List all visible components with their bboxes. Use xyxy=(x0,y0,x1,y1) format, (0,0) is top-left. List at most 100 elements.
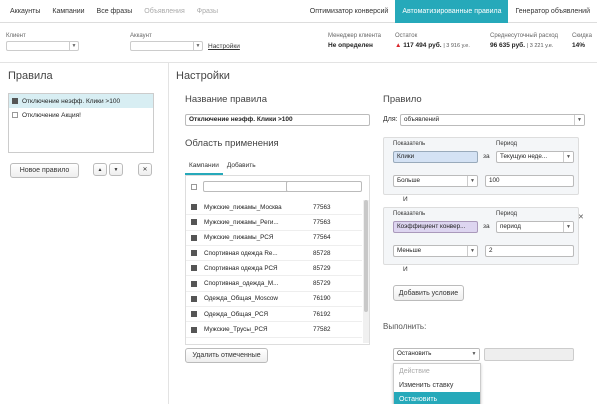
chevron-down-icon: ▼ xyxy=(69,42,78,50)
metric-select[interactable]: Клики xyxy=(393,151,478,163)
campaign-name: Спортивная одежда Re... xyxy=(204,249,278,257)
rule-item-label: Отключение Акция! xyxy=(22,111,81,119)
rule-item-label: Отключение неэфф. Клики >100 xyxy=(22,97,121,105)
for-word: за xyxy=(483,223,490,230)
dropdown-option-change-bid[interactable]: Изменить ставку xyxy=(394,378,480,392)
operator-select[interactable]: Больше ▼ xyxy=(393,175,478,187)
checkbox[interactable] xyxy=(191,311,197,318)
rule-name-input[interactable]: Отключение неэфф. Клики >100 xyxy=(185,114,370,126)
avg-spend-sub: | 3 221 у.е. xyxy=(526,43,554,49)
operator-select[interactable]: Меньше ▼ xyxy=(393,245,478,257)
table-row[interactable]: Спортивная_одежда_М... 85729 xyxy=(186,277,362,292)
chevron-down-icon: ▼ xyxy=(563,222,573,232)
value-input-text: 2 xyxy=(489,247,493,254)
dropdown-option-stop[interactable]: Остановить xyxy=(394,392,480,404)
move-up-button[interactable]: ▲ xyxy=(93,163,107,176)
tab-add[interactable]: Добавить xyxy=(223,159,260,175)
tab-campaigns[interactable]: Кампании xyxy=(185,159,223,175)
rule-item[interactable]: Отключение неэфф. Клики >100 xyxy=(9,94,153,108)
campaign-name: Мужские_пижамы_РСЯ xyxy=(204,234,274,242)
checkbox[interactable] xyxy=(191,204,197,211)
table-row[interactable]: Одежда_Общая_Moscow 76190 xyxy=(186,292,362,308)
top-navigation: Аккаунты Кампании Все фразы Объявления Ф… xyxy=(0,0,597,23)
campaign-name: Одежда_Общая_Moscow xyxy=(204,295,278,303)
nav-all-phrases[interactable]: Все фразы xyxy=(97,8,133,15)
operator-select-value: Больше xyxy=(397,177,421,184)
checkbox[interactable] xyxy=(191,326,197,333)
campaign-name: Мужские_пижамы_Реги... xyxy=(204,218,279,226)
select-all-checkbox[interactable] xyxy=(191,184,197,190)
nav-ads[interactable]: Объявления xyxy=(144,8,185,15)
checkbox[interactable] xyxy=(12,112,18,118)
for-word: за xyxy=(483,153,490,160)
scrollbar-thumb[interactable] xyxy=(364,200,368,312)
table-row[interactable]: Одежда_Общая_РСЯ 76192 xyxy=(186,307,362,323)
discount-value: 14% xyxy=(572,42,586,49)
rule-title: Правило xyxy=(383,94,422,105)
campaign-id: 85729 xyxy=(313,280,331,288)
table-row[interactable]: Мужские_пижамы_РСЯ 77564 xyxy=(186,231,362,246)
nav-conversion-optimizer[interactable]: Оптимизатор конверсий xyxy=(303,0,396,23)
table-row[interactable]: Мужские_пижамы_Москва 77563 xyxy=(186,200,362,216)
checkbox[interactable] xyxy=(191,234,197,241)
campaign-name: Мужские_пижамы_Москва xyxy=(204,203,282,211)
scrollbar[interactable] xyxy=(363,200,369,343)
manager-label: Менеджер клиента xyxy=(328,33,381,39)
condition-block: Показатель Период Коэффициент конвер... … xyxy=(383,207,579,265)
campaign-id-filter[interactable] xyxy=(286,181,362,192)
rule-item[interactable]: Отключение Акция! xyxy=(9,108,153,122)
account-select[interactable]: ▼ xyxy=(130,41,203,51)
rules-list: Отключение неэфф. Клики >100 Отключение … xyxy=(8,93,154,153)
chevron-down-icon: ▼ xyxy=(574,115,584,125)
campaign-id: 77563 xyxy=(313,203,331,211)
campaign-name: Спортивная_одежда_М... xyxy=(204,280,279,288)
campaign-name-filter[interactable] xyxy=(203,181,296,192)
nav-phrases[interactable]: Фразы xyxy=(197,8,218,15)
table-row[interactable]: Спортивная одежда Re... 85728 xyxy=(186,246,362,262)
dropdown-header: Действие xyxy=(399,367,430,375)
scope-label: Область применения xyxy=(185,138,279,149)
checkbox[interactable] xyxy=(191,250,197,257)
for-label: Для: xyxy=(383,116,398,123)
arrow-down-icon: ▼ xyxy=(113,166,119,173)
client-label: Клиент xyxy=(6,33,26,39)
period-select[interactable]: период ▼ xyxy=(496,221,574,233)
nav-ad-generator[interactable]: Генератор объявлений xyxy=(508,0,597,23)
condition-block: Показатель Период Клики за Текущую неде.… xyxy=(383,137,579,195)
rule-name-label: Название правила xyxy=(185,94,267,105)
execute-label: Выполнить: xyxy=(383,322,427,331)
checkbox[interactable] xyxy=(191,265,197,272)
client-select[interactable]: ▼ xyxy=(6,41,79,51)
delete-rule-button[interactable]: ✕ xyxy=(138,163,152,176)
period-label: Период xyxy=(496,211,518,217)
action-value-input[interactable] xyxy=(484,348,574,361)
new-rule-button[interactable]: Новое правило xyxy=(10,163,79,178)
balance-value: 117 494 руб. xyxy=(403,42,442,49)
nav-automated-rules[interactable]: Автоматизированные правила xyxy=(395,0,509,23)
value-input[interactable]: 2 xyxy=(485,245,574,257)
table-row[interactable]: Мужские_Трусы_РСЯ 77582 xyxy=(186,322,362,338)
period-select-value: Текущую неде... xyxy=(500,153,548,160)
close-icon[interactable]: ✕ xyxy=(578,213,584,221)
table-row[interactable]: Мужские_пижамы_Реги... 77563 xyxy=(186,215,362,231)
table-row[interactable]: Спортивная одежда РСЯ 85729 xyxy=(186,261,362,277)
delete-selected-button[interactable]: Удалить отмеченные xyxy=(185,348,268,363)
move-down-button[interactable]: ▼ xyxy=(109,163,123,176)
checkbox[interactable] xyxy=(191,295,197,302)
checkbox[interactable] xyxy=(12,98,18,104)
value-input[interactable]: 100 xyxy=(485,175,574,187)
campaign-id: 77563 xyxy=(313,218,331,226)
period-select[interactable]: Текущую неде... ▼ xyxy=(496,151,574,163)
add-condition-button[interactable]: Добавить условие xyxy=(393,285,464,301)
target-select-value: объявлений xyxy=(404,116,440,123)
nav-accounts[interactable]: Аккаунты xyxy=(10,8,40,15)
balance-stat: Остаток ▲ 117 494 руб. | 3 916 у.е. xyxy=(395,33,470,49)
checkbox[interactable] xyxy=(191,280,197,287)
target-select[interactable]: объявлений ▼ xyxy=(400,114,585,126)
chevron-down-icon: ▼ xyxy=(193,42,202,50)
metric-select[interactable]: Коэффициент конвер... xyxy=(393,221,478,233)
settings-link[interactable]: Настройки xyxy=(208,43,240,50)
checkbox[interactable] xyxy=(191,219,197,226)
action-select[interactable]: Остановить ▼ xyxy=(393,348,480,361)
nav-campaigns[interactable]: Кампании xyxy=(52,8,84,15)
